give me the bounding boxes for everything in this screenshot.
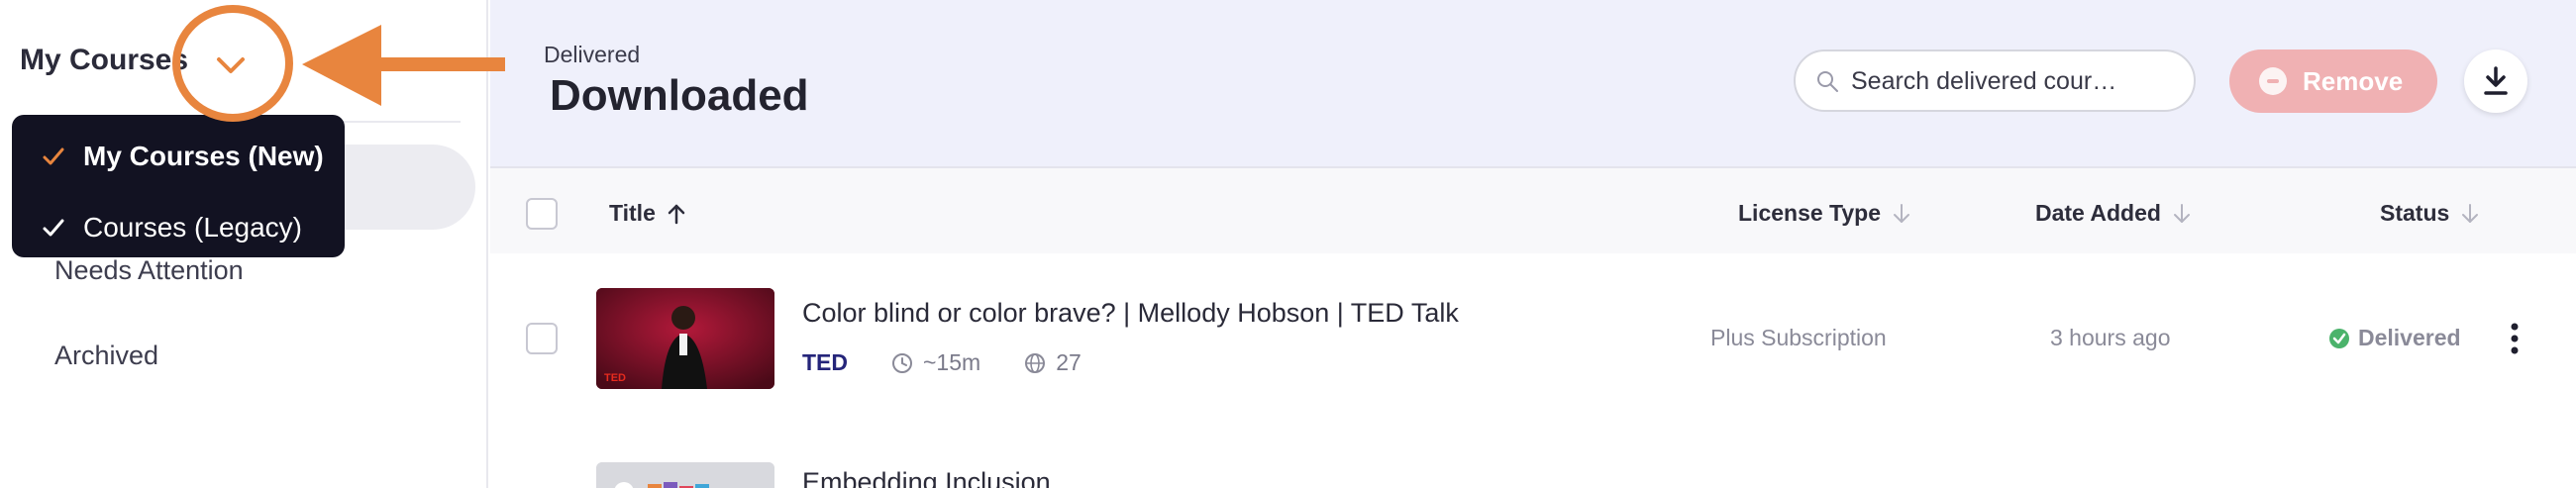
check-icon bbox=[43, 219, 64, 237]
search-box[interactable] bbox=[1794, 49, 2196, 112]
globe-icon bbox=[1025, 352, 1046, 373]
dropdown-item-my-courses-new[interactable]: My Courses (New) bbox=[12, 127, 345, 186]
course-title[interactable]: Embedding Inclusion bbox=[802, 467, 1051, 488]
arrow-down-icon bbox=[2462, 203, 2479, 223]
course-languages: 27 bbox=[1024, 349, 1082, 376]
table-header: Title License Type Date Added Status bbox=[490, 166, 2576, 253]
column-header-label: Status bbox=[2380, 200, 2450, 226]
annotation-arrow-icon bbox=[302, 25, 505, 106]
arrow-down-icon bbox=[1894, 203, 1910, 223]
remove-button-label: Remove bbox=[2303, 65, 2404, 96]
page-header: Delivered Downloaded Remove bbox=[490, 0, 2576, 166]
remove-button[interactable]: Remove bbox=[2229, 49, 2437, 113]
select-all-checkbox[interactable] bbox=[526, 198, 558, 230]
languages-count: 27 bbox=[1056, 349, 1082, 375]
clock-icon bbox=[892, 352, 912, 373]
search-input[interactable] bbox=[1851, 63, 2178, 99]
status-badge: Delivered bbox=[2328, 325, 2461, 351]
course-thumbnail[interactable] bbox=[596, 462, 774, 488]
main-content: Delivered Downloaded Remove bbox=[490, 0, 2576, 488]
courses-dropdown-menu: My Courses (New) Courses (Legacy) bbox=[12, 115, 345, 257]
speaker-thumbnail-icon: TED bbox=[596, 288, 774, 389]
svg-text:TED: TED bbox=[604, 372, 626, 384]
sidebar-item-archived[interactable]: Archived bbox=[54, 341, 158, 371]
page-subtitle: Delivered bbox=[544, 42, 641, 67]
dropdown-item-label: Courses (Legacy) bbox=[83, 212, 302, 243]
duration-value: ~15m bbox=[923, 349, 981, 375]
app: My Courses Needs Attention Archived My C… bbox=[0, 0, 2576, 488]
minus-circle-icon bbox=[2259, 67, 2287, 95]
course-thumbnail-art-icon bbox=[596, 462, 774, 488]
search-icon bbox=[1817, 71, 1838, 92]
check-circle-icon bbox=[2329, 328, 2349, 348]
column-header-label: Date Added bbox=[2035, 200, 2161, 226]
status-label: Delivered bbox=[2358, 325, 2461, 350]
download-icon bbox=[2484, 66, 2508, 95]
course-meta: TED ~15m 27 bbox=[802, 349, 1082, 376]
sidebar-title: My Courses bbox=[20, 44, 189, 76]
page-title: Downloaded bbox=[550, 71, 809, 120]
column-header-date-added[interactable]: Date Added bbox=[2035, 200, 2191, 227]
column-header-label: Title bbox=[609, 200, 656, 226]
column-header-label: License Type bbox=[1738, 200, 1882, 226]
dropdown-item-courses-legacy[interactable]: Courses (Legacy) bbox=[12, 198, 345, 257]
column-header-title[interactable]: Title bbox=[609, 200, 685, 227]
annotation-circle bbox=[172, 5, 293, 122]
course-thumbnail[interactable]: TED bbox=[596, 288, 774, 389]
column-header-license-type[interactable]: License Type bbox=[1738, 200, 1910, 227]
course-duration: ~15m bbox=[891, 349, 980, 376]
row-checkbox[interactable] bbox=[526, 323, 558, 354]
arrow-up-icon bbox=[668, 204, 685, 224]
license-type-cell: Plus Subscription bbox=[1710, 325, 1887, 350]
dropdown-item-label: My Courses (New) bbox=[83, 141, 324, 171]
check-icon bbox=[43, 147, 64, 165]
table-row[interactable]: Embedding Inclusion bbox=[490, 422, 2576, 488]
course-title[interactable]: Color blind or color brave? | Mellody Ho… bbox=[802, 298, 1459, 329]
course-provider: TED bbox=[802, 349, 848, 375]
sidebar-item-needs-attention[interactable]: Needs Attention bbox=[54, 255, 244, 286]
table-row[interactable]: TED Color blind or color brave? | Mellod… bbox=[490, 253, 2576, 422]
date-added-cell: 3 hours ago bbox=[2050, 325, 2171, 350]
column-header-status[interactable]: Status bbox=[2380, 200, 2479, 227]
download-button[interactable] bbox=[2464, 49, 2527, 113]
arrow-down-icon bbox=[2173, 203, 2190, 223]
kebab-menu-icon[interactable] bbox=[2509, 323, 2521, 354]
